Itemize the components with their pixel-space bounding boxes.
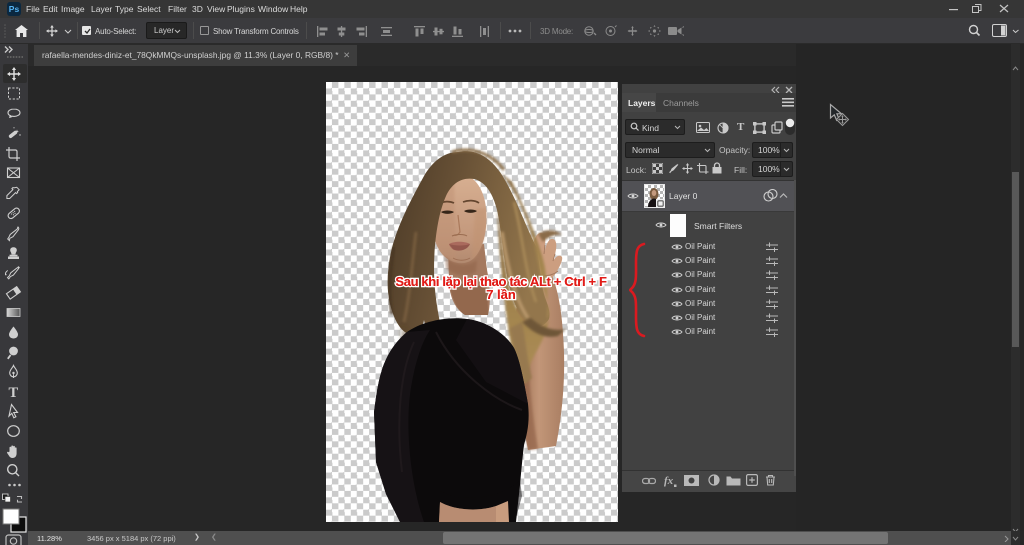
svg-text:T: T [9,385,19,401]
svg-text:fx: fx [664,475,674,487]
